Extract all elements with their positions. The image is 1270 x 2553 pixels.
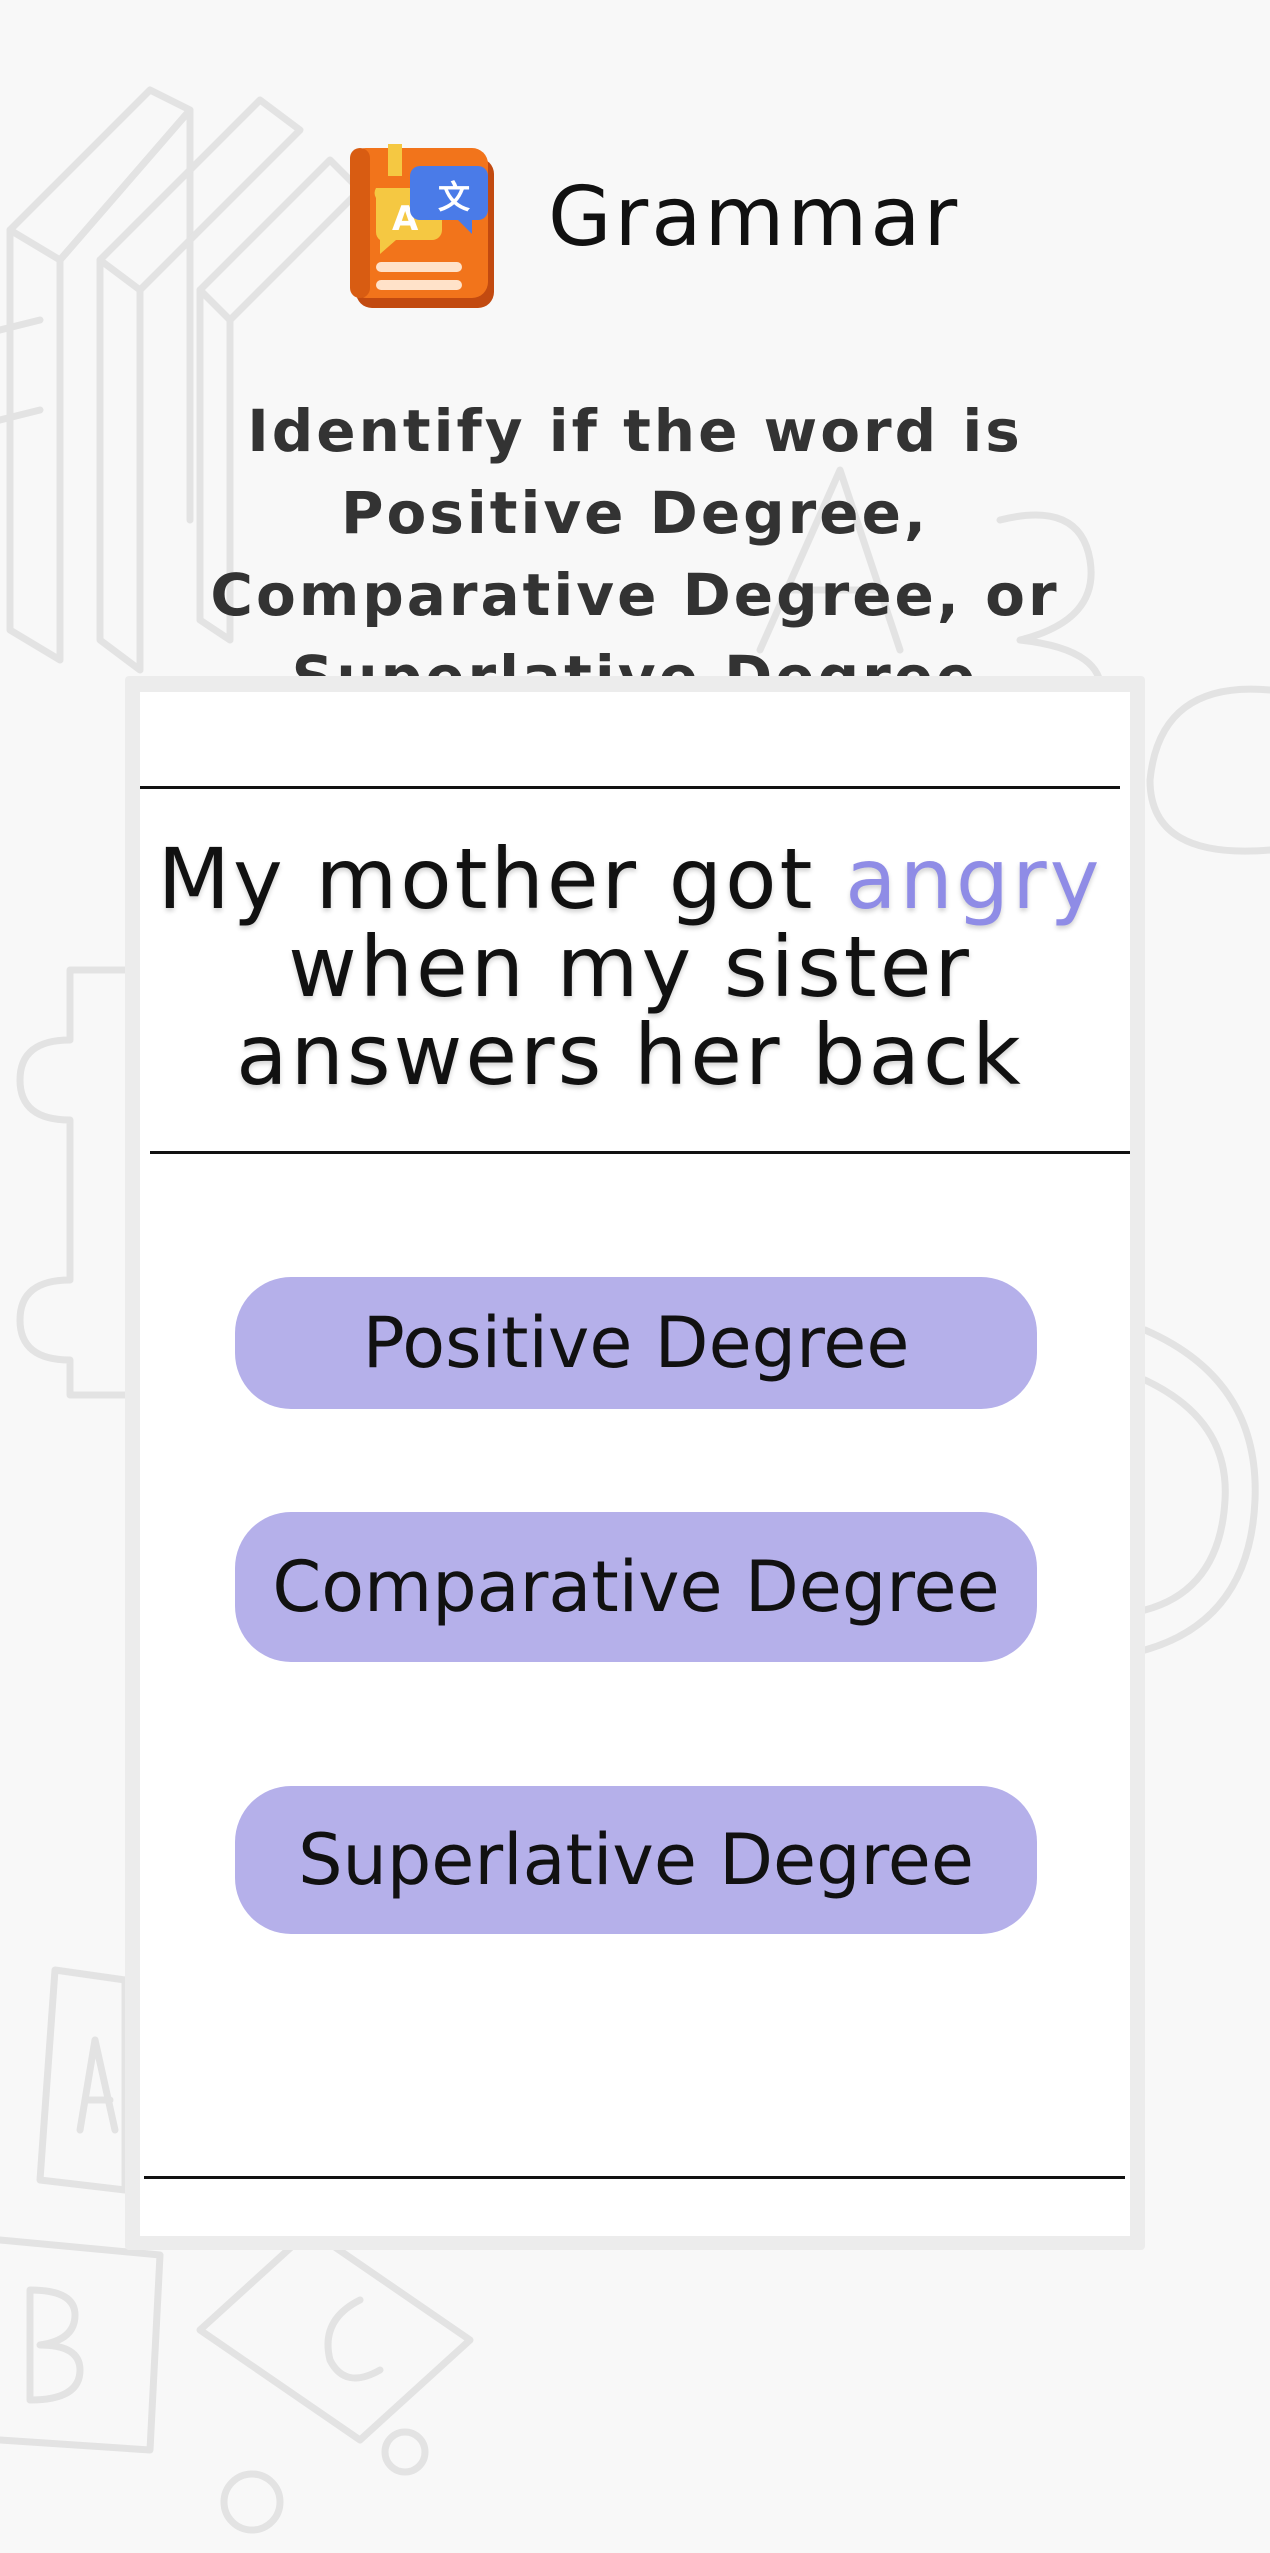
question-text: My mother got angry when my sister answe… <box>150 835 1110 1099</box>
question-highlight-word: angry <box>845 830 1103 928</box>
instructions-text: Identify if the word is Positive Degree,… <box>210 397 1060 711</box>
divider-top <box>140 786 1120 789</box>
question-text-before: My mother got <box>157 830 846 928</box>
divider-middle <box>150 1151 1130 1154</box>
comparative-degree-button[interactable]: Comparative Degree <box>235 1512 1037 1662</box>
svg-text:文: 文 <box>438 178 470 216</box>
grammar-book-icon: A 文 <box>346 138 506 310</box>
divider-bottom <box>144 2176 1125 2179</box>
question-text-after: when my sister answers her back <box>236 918 1024 1104</box>
positive-degree-button[interactable]: Positive Degree <box>235 1277 1037 1409</box>
app-title: Grammar <box>548 170 961 265</box>
puzzle-doodle-icon <box>16 966 129 1399</box>
superlative-degree-button[interactable]: Superlative Degree <box>235 1786 1037 1934</box>
c-letter-doodle-icon <box>1146 685 1270 855</box>
dot-doodle-icon <box>381 2428 429 2476</box>
